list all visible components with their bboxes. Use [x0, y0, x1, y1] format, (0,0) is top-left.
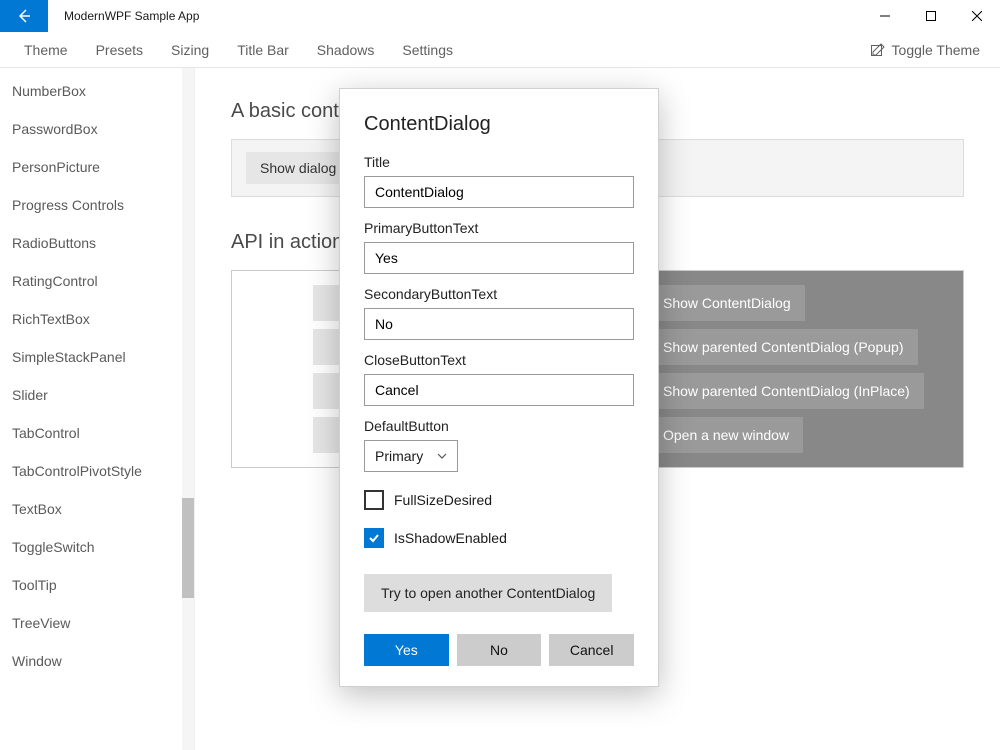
back-button[interactable]: [0, 0, 48, 32]
maximize-icon: [926, 11, 936, 21]
right-btn-2[interactable]: Show parented ContentDialog (InPlace): [649, 373, 924, 409]
app-title: ModernWPF Sample App: [48, 9, 199, 23]
sidebar-item[interactable]: PasswordBox: [0, 110, 194, 148]
menu-theme[interactable]: Theme: [12, 36, 80, 64]
sidebar-item[interactable]: Progress Controls: [0, 186, 194, 224]
sidebar-item[interactable]: RadioButtons: [0, 224, 194, 262]
sidebar-item[interactable]: RatingControl: [0, 262, 194, 300]
sidebar-item[interactable]: RichTextBox: [0, 300, 194, 338]
menubar: Theme Presets Sizing Title Bar Shadows S…: [0, 32, 1000, 68]
dialog-secondary-button[interactable]: No: [457, 634, 542, 666]
close-input[interactable]: [364, 374, 634, 406]
dialog-title: ContentDialog: [364, 113, 634, 136]
fullsize-checkbox[interactable]: [364, 490, 384, 510]
content-dialog: ContentDialog Title PrimaryButtonText Se…: [339, 88, 659, 687]
chevron-down-icon: [437, 450, 447, 462]
edit-icon: [870, 42, 886, 58]
sidebar-item[interactable]: Slider: [0, 376, 194, 414]
scrollbar-thumb[interactable]: [182, 498, 194, 598]
sidebar-item[interactable]: ToolTip: [0, 566, 194, 604]
toggle-theme-label: Toggle Theme: [892, 42, 980, 58]
dialog-primary-button[interactable]: Yes: [364, 634, 449, 666]
secondary-field-label: SecondaryButtonText: [364, 286, 634, 302]
menu-titlebar[interactable]: Title Bar: [225, 36, 301, 64]
sidebar-item[interactable]: ToggleSwitch: [0, 528, 194, 566]
dialog-close-button[interactable]: Cancel: [549, 634, 634, 666]
titlebar: ModernWPF Sample App: [0, 0, 1000, 32]
title-field-label: Title: [364, 154, 634, 170]
sidebar-item[interactable]: TabControlPivotStyle: [0, 452, 194, 490]
minimize-icon: [880, 11, 890, 21]
right-btn-1[interactable]: Show parented ContentDialog (Popup): [649, 329, 918, 365]
close-icon: [972, 11, 982, 21]
primary-field-label: PrimaryButtonText: [364, 220, 634, 236]
default-combobox-value: Primary: [375, 448, 423, 464]
try-open-button[interactable]: Try to open another ContentDialog: [364, 574, 612, 612]
minimize-button[interactable]: [862, 0, 908, 32]
sidebar: NumberBox PasswordBox PersonPicture Prog…: [0, 68, 195, 750]
show-dialog-button[interactable]: Show dialog: [246, 152, 350, 184]
shadow-checkbox-label: IsShadowEnabled: [394, 530, 507, 546]
maximize-button[interactable]: [908, 0, 954, 32]
check-icon: [368, 532, 380, 544]
sidebar-item[interactable]: Window: [0, 642, 194, 680]
secondary-input[interactable]: [364, 308, 634, 340]
default-field-label: DefaultButton: [364, 418, 634, 434]
menu-settings[interactable]: Settings: [390, 36, 465, 64]
sidebar-item[interactable]: NumberBox: [0, 72, 194, 110]
menu-sizing[interactable]: Sizing: [159, 36, 221, 64]
right-btn-3[interactable]: Open a new window: [649, 417, 803, 453]
default-combobox[interactable]: Primary: [364, 440, 458, 472]
sidebar-item[interactable]: TextBox: [0, 490, 194, 528]
fullsize-checkbox-label: FullSizeDesired: [394, 492, 492, 508]
sidebar-item[interactable]: TreeView: [0, 604, 194, 642]
sidebar-scrollbar[interactable]: [182, 68, 194, 750]
menu-presets[interactable]: Presets: [84, 36, 155, 64]
close-field-label: CloseButtonText: [364, 352, 634, 368]
menu-shadows[interactable]: Shadows: [305, 36, 387, 64]
shadow-checkbox[interactable]: [364, 528, 384, 548]
right-btn-0[interactable]: Show ContentDialog: [649, 285, 805, 321]
primary-input[interactable]: [364, 242, 634, 274]
toggle-theme-button[interactable]: Toggle Theme: [862, 38, 988, 62]
sidebar-item[interactable]: TabControl: [0, 414, 194, 452]
close-button[interactable]: [954, 0, 1000, 32]
back-arrow-icon: [16, 8, 32, 24]
sidebar-item[interactable]: PersonPicture: [0, 148, 194, 186]
sidebar-item[interactable]: SimpleStackPanel: [0, 338, 194, 376]
title-input[interactable]: [364, 176, 634, 208]
